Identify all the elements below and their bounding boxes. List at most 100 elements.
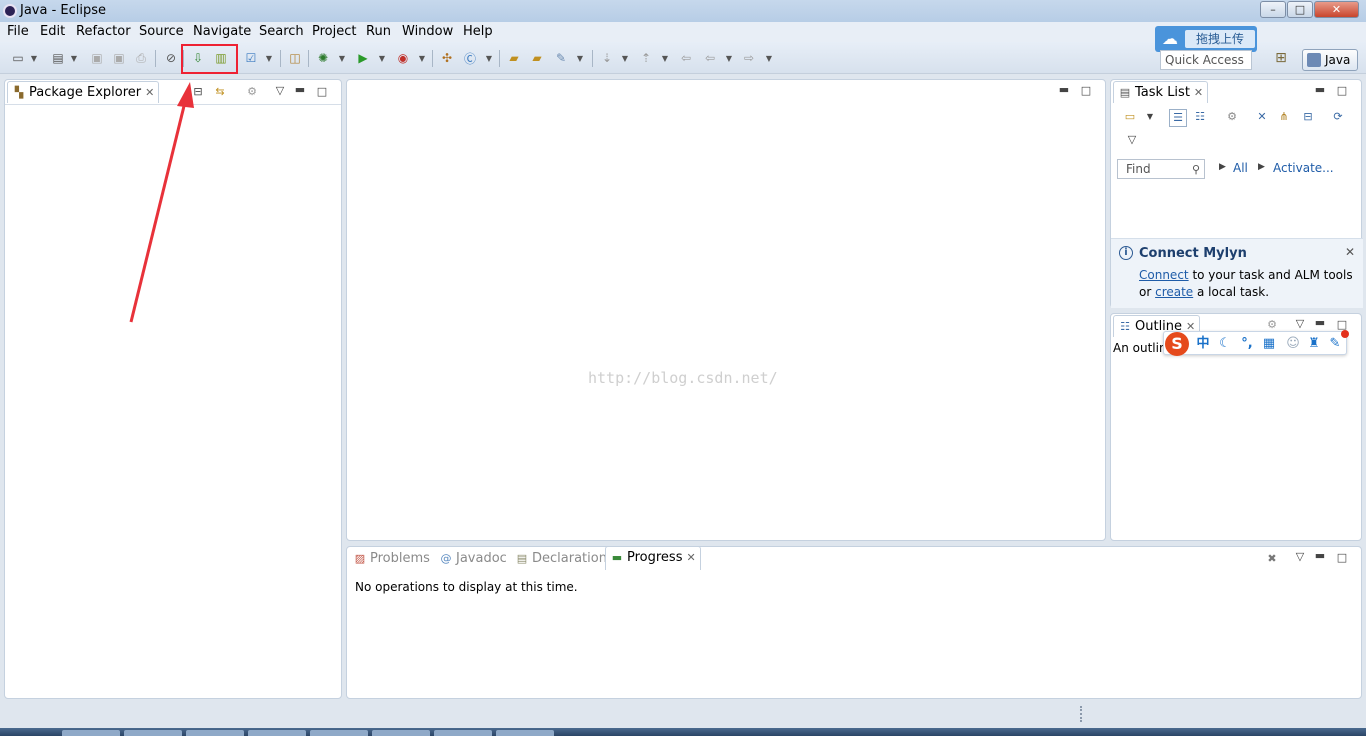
minimize-icon[interactable]: ▬ xyxy=(293,83,307,97)
new-dropdown-icon[interactable]: ▼ xyxy=(30,50,38,66)
sash-grip[interactable] xyxy=(1080,706,1083,722)
tab-task-list[interactable]: ▤ Task List ✕ xyxy=(1113,81,1209,104)
forward-icon[interactable]: ⇨ xyxy=(741,50,757,66)
filter-icon[interactable]: ⚙ xyxy=(245,85,259,99)
menu-edit[interactable]: Edit xyxy=(40,24,65,39)
close-button[interactable]: ✕ xyxy=(1314,1,1359,18)
menu-project[interactable]: Project xyxy=(312,24,356,39)
maximize-icon[interactable]: □ xyxy=(1335,84,1349,98)
taskbar-button[interactable] xyxy=(372,730,430,736)
new-task-icon[interactable]: ▭ xyxy=(1123,110,1137,124)
view-menu-icon[interactable]: ▽ xyxy=(273,84,287,98)
print-icon[interactable]: ⎙ xyxy=(133,50,149,66)
last-edit-icon[interactable]: ⇦ xyxy=(678,50,694,66)
new-class-icon[interactable]: Ⓒ xyxy=(462,50,478,66)
user-icon[interactable]: ☺ xyxy=(1284,335,1302,353)
view-menu-icon[interactable]: ▽ xyxy=(1125,133,1139,147)
maximize-icon[interactable]: □ xyxy=(1335,551,1349,565)
minimize-icon[interactable]: ▬ xyxy=(1057,83,1071,97)
debug-icon[interactable]: ✺ xyxy=(315,50,331,66)
close-icon[interactable]: ✕ xyxy=(686,547,695,569)
ime-toolbar[interactable]: S 中 ☾ °, ▦ ☺ ♜ ✎ xyxy=(1163,330,1349,356)
prev-annotation-dropdown-icon[interactable]: ▼ xyxy=(661,50,669,66)
remove-all-icon[interactable]: ✖ xyxy=(1265,552,1279,566)
menu-source[interactable]: Source xyxy=(139,24,184,39)
collapse-all-icon[interactable]: ⊟ xyxy=(1301,110,1315,124)
minimize-icon[interactable]: ▬ xyxy=(1313,316,1327,330)
sync-icon[interactable]: ⟳ xyxy=(1331,110,1345,124)
close-icon[interactable]: ✕ xyxy=(1194,82,1203,104)
create-link[interactable]: create xyxy=(1155,285,1193,299)
minimize-icon[interactable]: ▬ xyxy=(1313,83,1327,97)
menu-search[interactable]: Search xyxy=(259,24,304,39)
all-link[interactable]: All xyxy=(1233,161,1248,175)
maximize-icon[interactable]: □ xyxy=(315,85,329,99)
forward-dropdown-icon[interactable]: ▼ xyxy=(765,50,773,66)
menu-window[interactable]: Window xyxy=(402,24,453,39)
link-editor-icon[interactable]: ⇆ xyxy=(213,85,227,99)
find-input[interactable]: Find ⚲ xyxy=(1117,159,1205,179)
taskbar-button[interactable] xyxy=(496,730,554,736)
save-all-icon[interactable]: ▣ xyxy=(111,50,127,66)
categorized-icon[interactable]: ☰ xyxy=(1169,109,1187,127)
activate-link[interactable]: Activate... xyxy=(1273,161,1334,175)
tab-package-explorer[interactable]: ▚ Package Explorer ✕ xyxy=(7,81,160,104)
new-task-dropdown-icon[interactable]: ▼ xyxy=(1143,110,1157,124)
save-icon[interactable]: ▣ xyxy=(89,50,105,66)
tab-progress[interactable]: ▬ Progress ✕ xyxy=(605,546,701,570)
punctuation-icon[interactable]: °, xyxy=(1238,335,1256,353)
taskbar-button[interactable] xyxy=(124,730,182,736)
new-icon[interactable]: ▭ xyxy=(10,50,26,66)
run-dropdown-icon[interactable]: ▼ xyxy=(378,50,386,66)
wrench-icon[interactable]: ✎ xyxy=(1326,335,1344,353)
back-dropdown-icon[interactable]: ▼ xyxy=(725,50,733,66)
menu-file[interactable]: File xyxy=(7,24,29,39)
focus-icon[interactable]: ⋔ xyxy=(1277,110,1291,124)
debug-dropdown-icon[interactable]: ▼ xyxy=(338,50,346,66)
menu-run[interactable]: Run xyxy=(366,24,391,39)
close-icon[interactable]: ✕ xyxy=(145,82,154,104)
taskbar-button[interactable] xyxy=(434,730,492,736)
menu-navigate[interactable]: Navigate xyxy=(193,24,251,39)
run-icon[interactable]: ▶ xyxy=(355,50,371,66)
new-wizard-icon[interactable]: ▤ xyxy=(50,50,66,66)
next-annotation-dropdown-icon[interactable]: ▼ xyxy=(621,50,629,66)
menu-refactor[interactable]: Refactor xyxy=(76,24,131,39)
skin-icon[interactable]: ♜ xyxy=(1305,335,1323,353)
external-tools-icon[interactable]: ◉ xyxy=(395,50,411,66)
connect-link[interactable]: Connect xyxy=(1139,268,1189,282)
maximize-button[interactable]: □ xyxy=(1287,1,1313,18)
view-menu-icon[interactable]: ▽ xyxy=(1293,550,1307,564)
tab-problems[interactable]: ▨ Problems xyxy=(349,548,434,570)
task-check-icon[interactable]: ☑ xyxy=(243,50,259,66)
filter-icon[interactable]: ⚙ xyxy=(1225,110,1239,124)
task-dropdown-icon[interactable]: ▼ xyxy=(265,50,273,66)
quick-access-input[interactable]: Quick Access xyxy=(1160,50,1252,70)
sogou-logo-icon[interactable]: S xyxy=(1165,332,1189,356)
view-menu-icon[interactable]: ▽ xyxy=(1293,317,1307,331)
class-dropdown-icon[interactable]: ▼ xyxy=(485,50,493,66)
minimize-icon[interactable]: ▬ xyxy=(1313,549,1327,563)
filter-icon[interactable]: ⚙ xyxy=(1265,318,1279,332)
ime-mode[interactable]: 中 xyxy=(1194,335,1212,353)
back-icon[interactable]: ⇦ xyxy=(702,50,718,66)
close-icon[interactable]: ✕ xyxy=(1345,245,1355,259)
maximize-icon[interactable]: □ xyxy=(1079,84,1093,98)
minimize-button[interactable]: – xyxy=(1260,1,1286,18)
external-dropdown-icon[interactable]: ▼ xyxy=(418,50,426,66)
search-icon[interactable]: ✎ xyxy=(553,50,569,66)
taskbar-button[interactable] xyxy=(310,730,368,736)
moon-icon[interactable]: ☾ xyxy=(1216,335,1234,353)
perspective-java-button[interactable]: Java xyxy=(1302,49,1358,71)
next-annotation-icon[interactable]: ⇣ xyxy=(599,50,615,66)
cloud-upload-button[interactable]: ☁ 拖拽上传 xyxy=(1155,26,1257,52)
hide-completed-icon[interactable]: ✕ xyxy=(1255,110,1269,124)
open-task-icon[interactable]: ▰ xyxy=(529,50,545,66)
prev-annotation-icon[interactable]: ⇡ xyxy=(638,50,654,66)
wizard-dropdown-icon[interactable]: ▼ xyxy=(70,50,78,66)
taskbar-button[interactable] xyxy=(248,730,306,736)
scheduled-icon[interactable]: ☷ xyxy=(1193,110,1207,124)
keyboard-icon[interactable]: ▦ xyxy=(1260,335,1278,353)
new-java-project-icon[interactable]: ✣ xyxy=(439,50,455,66)
open-type-icon[interactable]: ◫ xyxy=(287,50,303,66)
